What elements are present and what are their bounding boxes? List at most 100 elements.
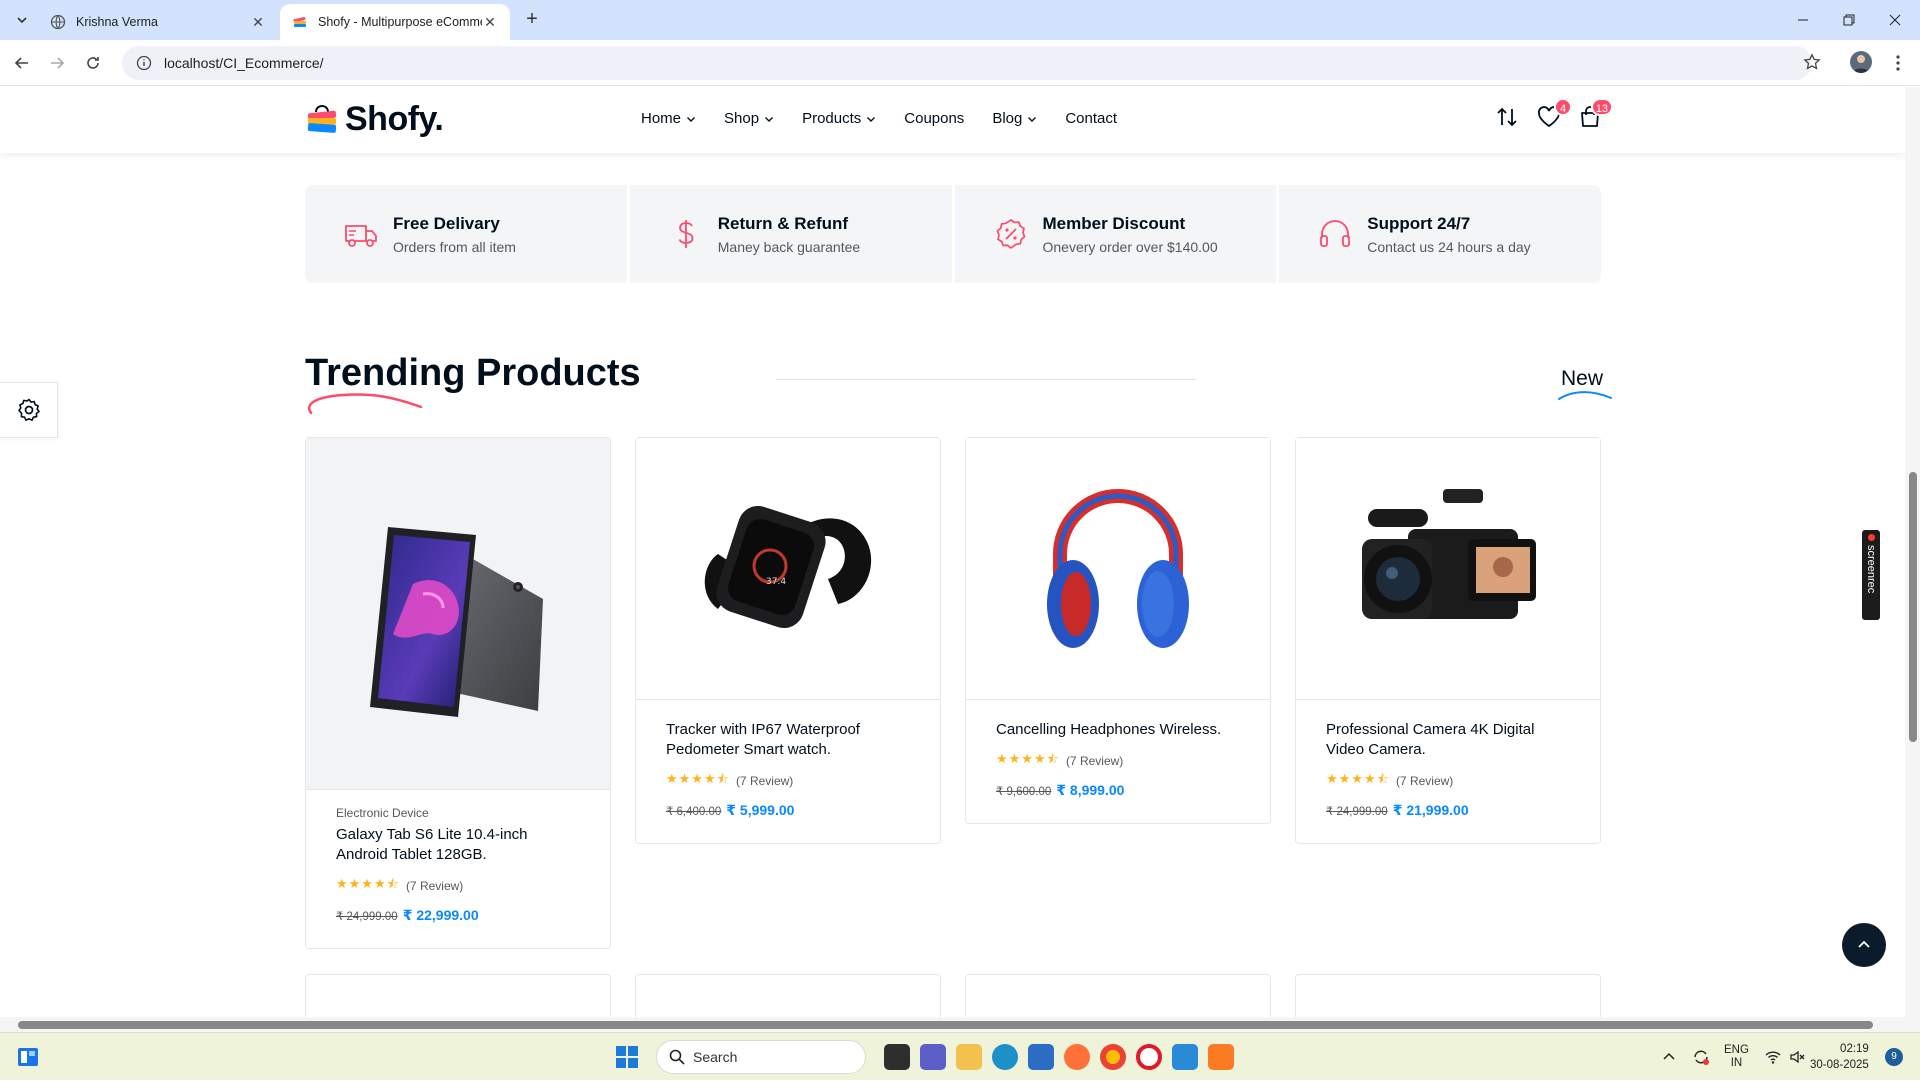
user-avatar-icon — [1853, 55, 1869, 73]
chrome-icon[interactable] — [1100, 1044, 1126, 1070]
old-price: ₹ 6,400.00 — [666, 806, 722, 818]
scrollbar-thumb[interactable] — [18, 1021, 1873, 1029]
product-card-partial[interactable] — [305, 974, 611, 1017]
chevron-down-icon — [17, 17, 27, 24]
lang-line-1: ENG — [1724, 1044, 1749, 1056]
chevron-down-icon — [1028, 116, 1037, 122]
product-name[interactable]: Cancelling Headphones Wireless. — [996, 720, 1240, 740]
tab-underline-swoosh — [1558, 391, 1612, 400]
opera-icon[interactable] — [1136, 1044, 1162, 1070]
product-card-partial[interactable] — [1295, 974, 1601, 1017]
profile-avatar[interactable] — [1850, 51, 1872, 73]
product-image[interactable]: 37.4 — [636, 438, 940, 700]
chevron-up-icon[interactable] — [1662, 1050, 1676, 1064]
notification-badge[interactable]: 9 — [1885, 1048, 1903, 1066]
browser-tab-1[interactable]: Krishna Verma ✕ — [38, 4, 278, 40]
taskbar-clock[interactable]: 02:19 30-08-2025 — [1810, 1041, 1869, 1073]
minimize-button[interactable] — [1780, 0, 1826, 40]
back-to-top-button[interactable] — [1842, 923, 1886, 967]
forward-button[interactable] — [45, 51, 69, 75]
product-card[interactable]: 37.4 Tracker with IP67 Waterproof Pedome… — [635, 437, 941, 844]
horizontal-scrollbar[interactable] — [0, 1017, 1920, 1032]
nav-item-coupons[interactable]: Coupons — [904, 110, 964, 127]
cart-button[interactable]: 13 — [1577, 98, 1613, 134]
product-card-partial[interactable] — [965, 974, 1271, 1017]
close-window-button[interactable] — [1872, 0, 1918, 40]
restore-button[interactable] — [1826, 0, 1872, 40]
product-category[interactable]: Electronic Device — [336, 806, 580, 820]
product-image[interactable] — [306, 438, 610, 790]
feature-item: Member Discount Onevery order over $140.0… — [954, 185, 1277, 283]
product-card[interactable]: Cancelling Headphones Wireless. ★★★★⯪ (7 … — [965, 437, 1271, 824]
product-rating: ★★★★⯪ (7 Review) — [666, 770, 910, 792]
tab-title: Shofy - Multipurpose eCommerce — [318, 15, 482, 29]
browser-tab-2[interactable]: Shofy - Multipurpose eCommerce ✕ — [280, 4, 510, 40]
info-icon[interactable] — [136, 55, 152, 71]
tab-search-button[interactable] — [10, 8, 34, 32]
arrow-left-icon — [14, 57, 28, 69]
product-name[interactable]: Professional Camera 4K Digital Video Cam… — [1326, 720, 1570, 760]
shofy-favicon-icon — [293, 17, 306, 27]
nav-item-products[interactable]: Products — [802, 110, 876, 127]
product-card[interactable]: Electronic Device Galaxy Tab S6 Lite 10.… — [305, 437, 611, 949]
close-tab-icon[interactable]: ✕ — [250, 14, 266, 30]
language-indicator[interactable]: ENG IN — [1724, 1044, 1749, 1070]
product-card-partial[interactable] — [635, 974, 941, 1017]
address-bar[interactable]: localhost/CI_Ecommerce/ — [122, 46, 1812, 80]
feature-title: Return & Refunf — [717, 213, 849, 233]
nav-label: Contact — [1065, 110, 1118, 127]
clock-time: 02:19 — [1840, 1043, 1869, 1055]
file-explorer-icon[interactable] — [956, 1044, 982, 1070]
product-price: ₹ 9,600.00 ₹ 8,999.00 — [996, 782, 1240, 823]
back-button[interactable] — [10, 51, 34, 75]
volume-muted-icon[interactable] — [1789, 1050, 1805, 1064]
compare-button[interactable] — [1494, 104, 1520, 134]
globe-icon — [50, 14, 66, 30]
product-card[interactable]: Professional Camera 4K Digital Video Cam… — [1295, 437, 1601, 844]
nav-label: Shop — [724, 110, 760, 127]
screenrec-label: screenrec — [1865, 545, 1877, 594]
edge-browser-icon[interactable] — [992, 1044, 1018, 1070]
product-image[interactable] — [1296, 438, 1600, 700]
nav-label: Coupons — [904, 110, 965, 127]
nav-item-shop[interactable]: Shop — [724, 110, 774, 127]
product-price: ₹ 24,999.00 ₹ 21,999.00 — [1326, 802, 1570, 843]
bookmark-star-button[interactable] — [1800, 50, 1824, 74]
wishlist-button[interactable]: 4 — [1536, 98, 1572, 134]
firefox-icon[interactable] — [1064, 1044, 1090, 1070]
shopping-bag-logo-icon — [307, 104, 337, 133]
windows-start-icon[interactable] — [615, 1045, 639, 1069]
product-tab-new[interactable]: New — [1561, 367, 1603, 391]
teams-icon[interactable] — [920, 1044, 946, 1070]
nav-item-blog[interactable]: Blog — [992, 110, 1037, 127]
screen-recorder-widget[interactable]: screenrec — [1862, 530, 1880, 620]
product-image[interactable] — [966, 438, 1270, 700]
nav-item-home[interactable]: Home — [641, 110, 696, 127]
product-image-partial — [1296, 975, 1602, 1017]
product-name[interactable]: Galaxy Tab S6 Lite 10.4-inch Android Tab… — [336, 825, 580, 865]
vertical-scrollbar[interactable] — [1905, 87, 1920, 1017]
nav-item-contact[interactable]: Contact — [1065, 110, 1117, 127]
taskbar-search[interactable]: Search — [656, 1040, 866, 1074]
theme-settings-button[interactable] — [0, 382, 58, 438]
wifi-icon[interactable] — [1765, 1050, 1781, 1064]
xampp-icon[interactable] — [1208, 1044, 1234, 1070]
site-logo[interactable]: Shofy. — [305, 100, 444, 139]
new-tab-button[interactable]: + — [520, 8, 544, 32]
product-name[interactable]: Tracker with IP67 Waterproof Pedometer S… — [666, 720, 910, 760]
record-dot-icon — [1867, 534, 1875, 541]
task-view-icon[interactable] — [884, 1044, 910, 1070]
search-icon — [669, 1049, 685, 1065]
reload-icon — [87, 57, 99, 69]
page-viewport: Shofy. Home Shop Products Coupons Blog C… — [0, 87, 1905, 1017]
browser-menu-button[interactable] — [1886, 51, 1910, 75]
compare-arrows-icon — [1497, 107, 1517, 127]
sync-icon[interactable] — [1692, 1048, 1710, 1066]
reload-button[interactable] — [81, 51, 105, 75]
close-tab-icon[interactable]: ✕ — [482, 14, 498, 30]
microsoft-store-icon[interactable] — [1028, 1044, 1054, 1070]
scrollbar-thumb[interactable] — [1909, 472, 1917, 742]
discount-badge-icon — [995, 218, 1026, 250]
widgets-icon[interactable] — [16, 1045, 40, 1069]
vscode-icon[interactable] — [1172, 1044, 1198, 1070]
